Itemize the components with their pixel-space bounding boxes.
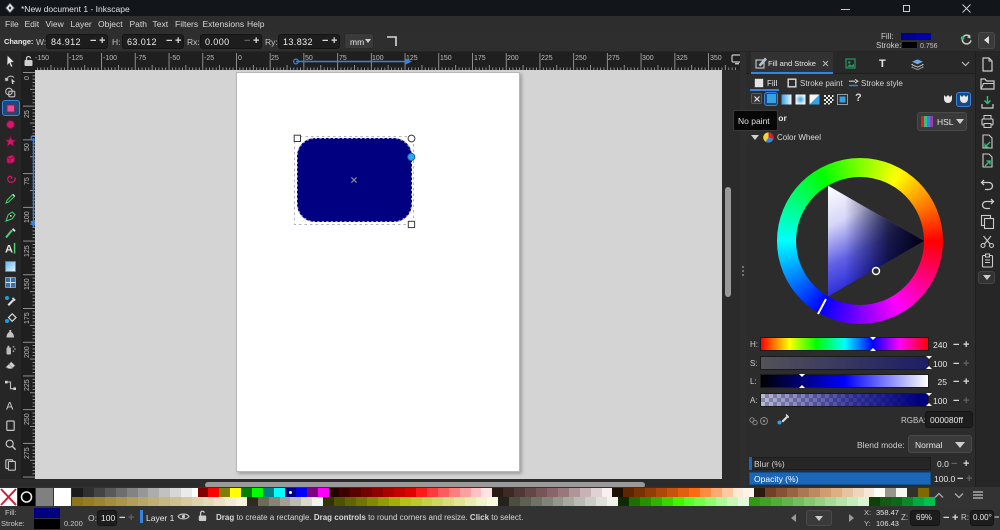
svg-text:A: A: [6, 400, 14, 412]
svg-text:A: A: [5, 244, 13, 256]
